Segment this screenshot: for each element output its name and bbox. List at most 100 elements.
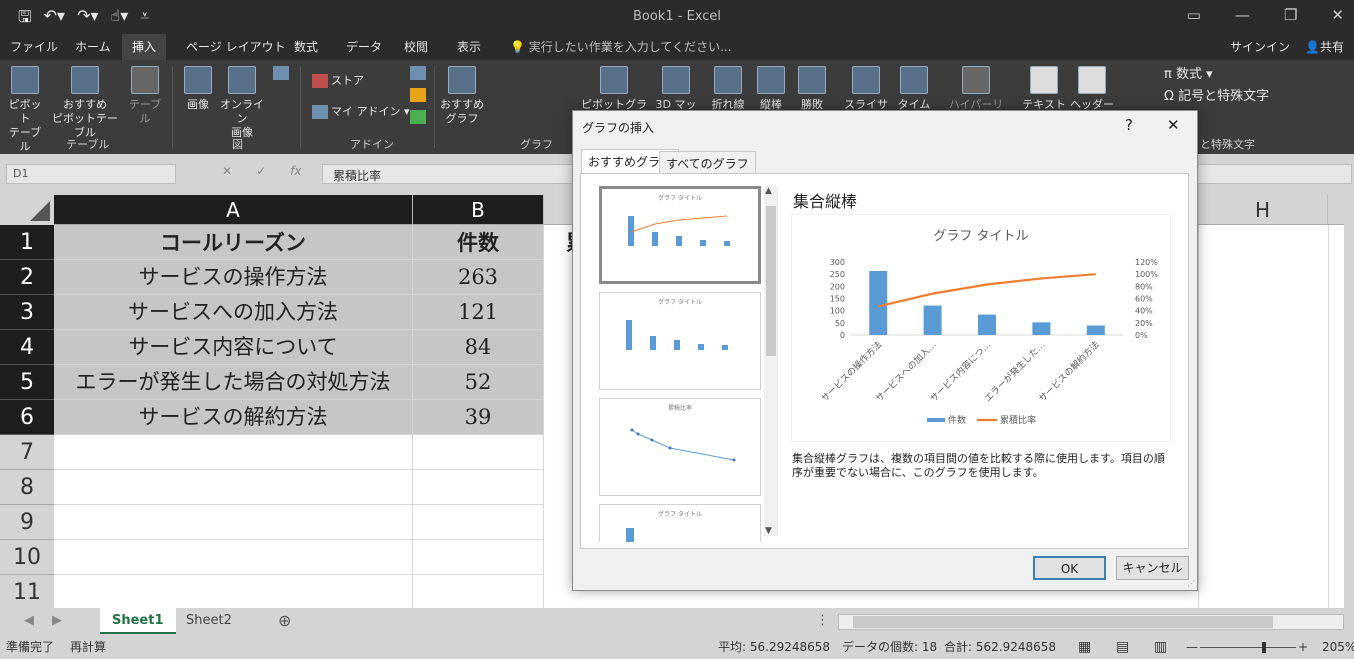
chart-thumbnail-list[interactable]: グラフ タイトル グラフ タイトル 累積比率 グラフ タイトル [593, 186, 769, 542]
select-all-corner[interactable] [0, 195, 54, 225]
cell-a5[interactable]: エラーが発生した場合の対処方法 [54, 365, 413, 400]
cell-a6[interactable]: サービスの解約方法 [54, 400, 413, 435]
row-header-4[interactable]: 4 [0, 330, 54, 365]
cell-a10[interactable] [54, 540, 413, 575]
tab-home[interactable]: ホーム [75, 38, 111, 55]
row-header-8[interactable]: 8 [0, 470, 54, 505]
cell-b4[interactable]: 84 [413, 330, 544, 365]
column-header-a[interactable]: A [54, 195, 413, 225]
recommended-charts-button[interactable]: おすすめ グラフ [440, 66, 484, 126]
3d-map-button[interactable]: 3D マッ [654, 66, 698, 112]
sparkline-line-button[interactable]: 折れ線 [706, 66, 750, 112]
cell-b1[interactable]: 件数 [413, 225, 544, 260]
minimize-icon[interactable]: — [1235, 6, 1250, 24]
symbol-button[interactable]: Ω 記号と特殊文字 [1164, 90, 1269, 104]
column-header-b[interactable]: B [413, 195, 544, 225]
cell-a8[interactable] [54, 470, 413, 505]
cell-b2[interactable]: 263 [413, 260, 544, 295]
tab-data[interactable]: データ [346, 38, 382, 55]
row-header-10[interactable]: 10 [0, 540, 54, 575]
scroll-up-icon[interactable]: ▲ [765, 186, 772, 196]
store-button[interactable]: ストア [312, 74, 364, 88]
cancel-icon[interactable]: ✕ [222, 164, 232, 184]
cell-b10[interactable] [413, 540, 544, 575]
thumbnail-scroll-thumb[interactable] [766, 206, 776, 356]
add-sheet-icon[interactable]: ⊕ [278, 611, 291, 630]
cell-b3[interactable]: 121 [413, 295, 544, 330]
zoom-level[interactable]: 205% [1322, 636, 1354, 659]
sheet-tab-sheet2[interactable]: Sheet2 [174, 608, 244, 634]
dialog-close-button[interactable]: ✕ [1167, 116, 1180, 134]
horizontal-scrollbar[interactable] [838, 614, 1344, 630]
picture-button[interactable]: 画像 [178, 66, 218, 112]
zoom-in-icon[interactable]: + [1298, 636, 1308, 659]
signin-link[interactable]: サインイン [1230, 38, 1290, 55]
cell-a1[interactable]: コールリーズン [54, 225, 413, 260]
tab-review[interactable]: 校閲 [404, 38, 428, 55]
cell-a7[interactable] [54, 435, 413, 470]
cell-b9[interactable] [413, 505, 544, 540]
shapes-button[interactable] [268, 66, 296, 80]
cell-a9[interactable] [54, 505, 413, 540]
normal-view-icon[interactable]: ▦ [1078, 636, 1091, 659]
row-header-2[interactable]: 2 [0, 260, 54, 295]
zoom-slider[interactable] [1200, 647, 1296, 648]
thumbnail-scrollbar[interactable]: ▲ ▼ [764, 186, 778, 536]
sparkline-winloss-button[interactable]: 勝敗 [792, 66, 832, 112]
sheet-tab-sheet1[interactable]: Sheet1 [100, 608, 176, 634]
resize-grip-icon[interactable]: ⋰ [1187, 579, 1195, 588]
page-layout-view-icon[interactable]: ▤ [1116, 636, 1129, 659]
row-header-1[interactable]: 1 [0, 225, 54, 260]
name-box[interactable]: D1 [6, 164, 176, 184]
pivot-table-button[interactable]: ピボット テーブル [4, 66, 46, 154]
tell-me-input[interactable]: 💡 実行したい作業を入力してください... [510, 38, 732, 55]
cell-a4[interactable]: サービス内容について [54, 330, 413, 365]
row-header-7[interactable]: 7 [0, 435, 54, 470]
page-break-view-icon[interactable]: ▥ [1154, 636, 1167, 659]
tab-split-icon[interactable]: ⋮ [816, 613, 829, 628]
cell-a11[interactable] [54, 575, 413, 610]
cancel-button[interactable]: キャンセル [1116, 556, 1189, 580]
enter-icon[interactable]: ✓ [256, 164, 266, 184]
close-icon[interactable]: ✕ [1331, 6, 1344, 24]
row-header-6[interactable]: 6 [0, 400, 54, 435]
tab-insert[interactable]: 挿入 [122, 34, 167, 60]
bing-icon[interactable] [410, 88, 428, 102]
zoom-out-icon[interactable]: — [1186, 636, 1198, 659]
equation-button[interactable]: π 数式 ▾ [1164, 68, 1213, 82]
tab-all-charts[interactable]: すべてのグラフ [659, 151, 756, 173]
cell-b6[interactable]: 39 [413, 400, 544, 435]
zoom-slider-thumb[interactable] [1262, 642, 1266, 653]
scroll-left-icon[interactable]: ◀ [24, 613, 34, 628]
tab-file[interactable]: ファイル [10, 38, 58, 55]
tab-page-layout[interactable]: ページ レイアウト [186, 38, 286, 55]
restore-icon[interactable]: ❐ [1284, 6, 1297, 24]
thumbnail-combo-chart[interactable]: グラフ タイトル [599, 186, 761, 284]
ribbon-display-icon[interactable]: ▭ [1187, 6, 1201, 24]
table-button[interactable]: テーブル [124, 66, 166, 126]
tab-view[interactable]: 表示 [457, 38, 481, 55]
horizontal-scroll-thumb[interactable] [853, 616, 1273, 628]
timeline-button[interactable]: タイム [894, 66, 934, 112]
my-addins-button[interactable]: マイ アドイン ▾ [312, 105, 410, 119]
column-header-h[interactable]: H [1198, 195, 1328, 225]
visio-icon[interactable] [410, 66, 428, 80]
thumbnail-column-2[interactable]: グラフ タイトル [599, 504, 761, 542]
row-header-5[interactable]: 5 [0, 365, 54, 400]
fx-icon[interactable]: fx [290, 164, 301, 184]
online-picture-button[interactable]: オンライン 画像 [218, 66, 266, 140]
scroll-right-icon[interactable]: ▶ [52, 613, 62, 628]
cell-a3[interactable]: サービスへの加入方法 [54, 295, 413, 330]
help-button[interactable]: ? [1125, 116, 1133, 134]
thumbnail-scatter[interactable]: 累積比率 [599, 398, 761, 496]
ok-button[interactable]: OK [1033, 556, 1106, 580]
tab-formulas[interactable]: 数式 [294, 38, 318, 55]
scroll-down-icon[interactable]: ▼ [765, 526, 772, 536]
share-button[interactable]: 👤共有 [1305, 38, 1344, 55]
cell-a2[interactable]: サービスの操作方法 [54, 260, 413, 295]
vertical-scrollbar[interactable] [1344, 195, 1354, 608]
thumbnail-clustered-column[interactable]: グラフ タイトル [599, 292, 761, 390]
row-header-3[interactable]: 3 [0, 295, 54, 330]
recommended-pivot-button[interactable]: おすすめ ピボットテーブル [48, 66, 122, 140]
row-header-9[interactable]: 9 [0, 505, 54, 540]
